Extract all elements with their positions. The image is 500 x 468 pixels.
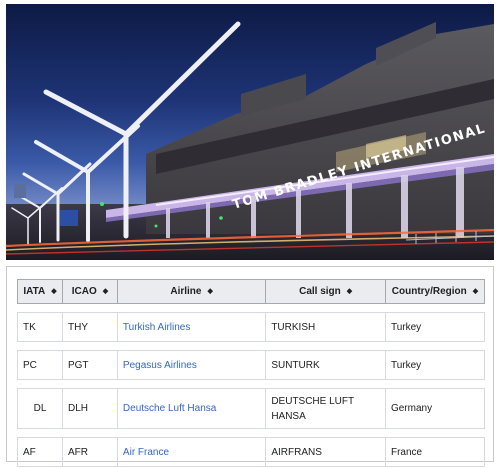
column-header-label: IATA xyxy=(23,286,46,297)
cell-airline: Deutsche Luft Hansa xyxy=(116,388,267,429)
cell-icao: AFR xyxy=(61,437,118,467)
cell-iata: DL xyxy=(17,388,63,429)
airline-link[interactable]: Turkish Airlines xyxy=(123,322,190,333)
cell-icao: THY xyxy=(61,312,118,342)
airline-link[interactable]: Air France xyxy=(123,447,169,458)
cell-airline: Pegasus Airlines xyxy=(116,350,267,380)
column-header-label: Airline xyxy=(170,286,202,297)
cell-icao: DLH xyxy=(61,388,118,429)
airline-codes-table: IATA ◆ ICAO ◆ Airline ◆ Call sign ◆ Country/… xyxy=(17,279,486,467)
column-header-iata[interactable]: IATA ◆ xyxy=(17,279,63,304)
cell-iata: TK xyxy=(17,312,63,342)
table-row: DL DLH Deutsche Luft Hansa DEUTSCHE LUFT… xyxy=(17,388,486,429)
airline-link[interactable]: Pegasus Airlines xyxy=(123,360,197,371)
column-header-callsign[interactable]: Call sign ◆ xyxy=(265,279,386,304)
table-row: AF AFR Air France AIRFRANS France xyxy=(17,437,486,467)
sort-arrows-icon[interactable]: ◆ xyxy=(473,288,478,295)
sort-arrows-icon[interactable]: ◆ xyxy=(347,288,352,295)
sort-arrows-icon[interactable]: ◆ xyxy=(103,288,108,295)
column-header-label: Call sign xyxy=(299,286,341,297)
terminal-illustration: TOM BRADLEY INTERNATIONAL xyxy=(6,21,494,260)
cell-country: Germany xyxy=(384,388,486,429)
cell-callsign: TURKISH xyxy=(265,312,386,342)
cell-country: Turkey xyxy=(384,312,486,342)
table-header-row: IATA ◆ ICAO ◆ Airline ◆ Call sign ◆ Country/… xyxy=(17,279,486,304)
table-row: PC PGT Pegasus Airlines SUNTURK Turkey xyxy=(17,350,486,380)
airline-table-panel: IATA ◆ ICAO ◆ Airline ◆ Call sign ◆ Country/… xyxy=(6,266,494,467)
column-header-country[interactable]: Country/Region ◆ xyxy=(384,279,486,304)
cell-callsign: SUNTURK xyxy=(265,350,386,380)
column-header-airline[interactable]: Airline ◆ xyxy=(116,279,267,304)
airport-terminal-photo: TOM BRADLEY INTERNATIONAL xyxy=(6,4,494,260)
table-row: TK THY Turkish Airlines TURKISH Turkey xyxy=(17,312,486,342)
cell-country: France xyxy=(384,437,486,467)
cell-iata: PC xyxy=(17,350,63,380)
cell-airline: Turkish Airlines xyxy=(116,312,267,342)
cell-iata: AF xyxy=(17,437,63,467)
sort-arrows-icon[interactable]: ◆ xyxy=(207,288,212,295)
cell-callsign: AIRFRANS xyxy=(265,437,386,467)
cell-callsign: DEUTSCHE LUFT HANSA xyxy=(265,388,386,429)
cell-airline: Air France xyxy=(116,437,267,467)
column-header-label: Country/Region xyxy=(391,286,467,297)
column-header-label: ICAO xyxy=(71,286,97,297)
column-header-icao[interactable]: ICAO ◆ xyxy=(61,279,118,304)
cell-icao: PGT xyxy=(61,350,118,380)
cell-country: Turkey xyxy=(384,350,486,380)
sort-arrows-icon[interactable]: ◆ xyxy=(51,288,56,295)
airline-link[interactable]: Deutsche Luft Hansa xyxy=(123,403,216,414)
